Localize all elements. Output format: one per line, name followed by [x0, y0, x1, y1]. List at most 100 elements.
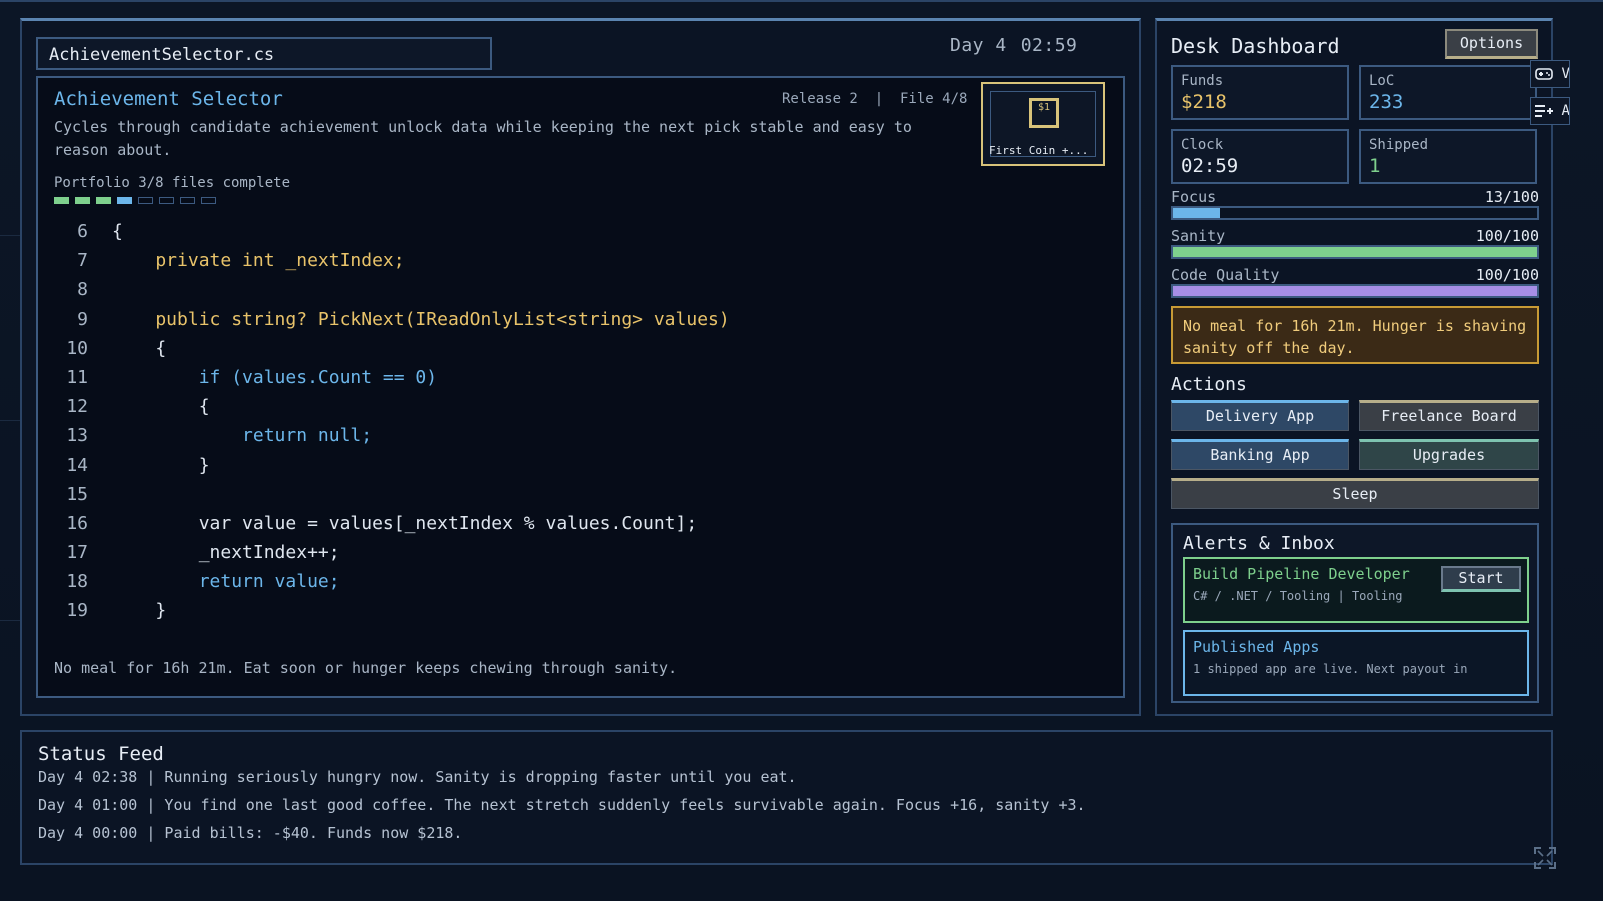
focus-value: 13/100: [1484, 188, 1539, 206]
loc-value: 233: [1369, 91, 1404, 113]
code-text: private int _nextIndex;: [112, 250, 405, 272]
code-quality-label: Code Quality: [1171, 266, 1280, 284]
coin-icon: $1: [1029, 98, 1059, 128]
freelance-board-button[interactable]: Freelance Board: [1359, 400, 1539, 431]
sanity-label: Sanity: [1171, 227, 1226, 245]
code-text: _nextIndex++;: [112, 542, 340, 564]
controller-icon[interactable]: V: [1530, 60, 1570, 88]
code-text: return value;: [112, 571, 340, 593]
published-title: Published Apps: [1193, 638, 1320, 656]
options-button[interactable]: Options: [1445, 29, 1538, 59]
top-border: [0, 0, 1603, 2]
focus-fill: [1173, 208, 1221, 218]
focus-label: Focus: [1171, 188, 1217, 206]
dashboard-title: Desk Dashboard: [1171, 34, 1340, 58]
status-feed: Status Feed Day 4 02:38 | Running seriou…: [20, 730, 1553, 865]
sanity-fill: [1173, 247, 1537, 257]
desk-dashboard: Desk Dashboard Options Funds $218 LoC 23…: [1155, 18, 1553, 716]
loc-stat: LoC 233: [1359, 65, 1537, 120]
fullscreen-icon[interactable]: [1533, 846, 1557, 870]
shipped-value: 1: [1369, 155, 1381, 177]
portfolio-segment: [201, 197, 216, 204]
funds-label: Funds: [1181, 73, 1224, 89]
portfolio-segment: [54, 197, 69, 204]
portfolio-segment: [96, 197, 111, 204]
sleep-button[interactable]: Sleep: [1171, 478, 1539, 509]
code-text: if (values.Count == 0): [112, 366, 438, 388]
code-line: 11 if (values.Count == 0): [54, 363, 730, 392]
feed-entry: Day 4 02:38 | Running seriously hungry n…: [38, 768, 797, 786]
clock-stat: Clock 02:59: [1171, 129, 1349, 184]
file-description: Cycles through candidate achievement unl…: [54, 118, 912, 159]
line-number: 8: [77, 279, 88, 301]
shipped-stat: Shipped 1: [1359, 129, 1537, 184]
code-text: {: [112, 396, 210, 418]
start-job-button[interactable]: Start: [1441, 566, 1521, 592]
line-number: 15: [66, 483, 88, 505]
status-feed-title: Status Feed: [38, 743, 164, 765]
bg-line: [0, 420, 20, 421]
code-line: 7 private int _nextIndex;: [54, 246, 730, 275]
code-line: 13 return null;: [54, 421, 730, 450]
line-number: 6: [77, 221, 88, 242]
code-line: 16 var value = values[_nextIndex % value…: [54, 509, 730, 538]
job-card[interactable]: Build Pipeline Developer C# / .NET / Too…: [1183, 557, 1529, 623]
shipped-label: Shipped: [1369, 137, 1429, 153]
bg-line: [0, 620, 20, 621]
code-line: 12 {: [54, 392, 730, 421]
sanity-meter: Sanity 100/100: [1171, 227, 1539, 259]
published-sub: 1 shipped app are live. Next payout in: [1193, 662, 1468, 676]
alerts-inbox: Alerts & Inbox Build Pipeline Developer …: [1171, 523, 1539, 703]
code-line: 6{: [54, 217, 730, 246]
portfolio-progress-label: Portfolio 3/8 files complete: [54, 175, 291, 191]
portfolio-segment: [75, 197, 90, 204]
code-quality-meter: Code Quality 100/100: [1171, 266, 1539, 298]
line-number: 14: [66, 454, 88, 476]
day-label: Day 4: [950, 35, 1007, 56]
day-time-readout: Day 4 02:59: [950, 35, 1091, 56]
line-number: 9: [77, 308, 88, 330]
feed-entry: Day 4 00:00 | Paid bills: -$40. Funds no…: [38, 824, 463, 842]
funds-value: $218: [1181, 91, 1227, 113]
sanity-track: [1171, 245, 1539, 259]
delivery-app-button[interactable]: Delivery App: [1171, 400, 1349, 431]
achievement-badge[interactable]: $1 First Coin +...: [981, 82, 1105, 166]
portfolio-segment: [138, 197, 153, 204]
file-tab[interactable]: AchievementSelector.cs: [36, 37, 492, 70]
upgrades-button[interactable]: Upgrades: [1359, 439, 1539, 470]
code-line: 17 _nextIndex++;: [54, 538, 730, 567]
line-number: 19: [66, 600, 88, 622]
code-line: 14 }: [54, 451, 730, 480]
portfolio-segment: [117, 197, 132, 204]
line-number: 13: [66, 425, 88, 447]
line-number: 12: [66, 396, 88, 418]
edge-label-a: A: [1561, 103, 1570, 119]
actions-title: Actions: [1171, 374, 1247, 395]
published-apps-card[interactable]: Published Apps 1 shipped app are live. N…: [1183, 630, 1529, 696]
line-number: 10: [66, 337, 88, 359]
portfolio-segment: [180, 197, 195, 204]
code-body[interactable]: 6{7 private int _nextIndex; 8 9 public str…: [54, 217, 730, 626]
time-label: 02:59: [1020, 35, 1078, 56]
add-list-icon[interactable]: A: [1530, 97, 1570, 125]
bg-line: [0, 235, 20, 236]
code-line: 19 }: [54, 596, 730, 625]
code-line: 9 public string? PickNext(IReadOnlyList<…: [54, 305, 730, 334]
sanity-value: 100/100: [1475, 227, 1539, 245]
banking-app-button[interactable]: Banking App: [1171, 439, 1349, 470]
playlist-add-icon: [1535, 105, 1553, 117]
line-number: 17: [66, 542, 88, 564]
edge-label-v: V: [1561, 66, 1570, 82]
code-text: var value = values[_nextIndex % values.C…: [112, 512, 698, 534]
line-number: 16: [66, 512, 88, 534]
funds-stat: Funds $218: [1171, 65, 1349, 120]
clock-label: Clock: [1181, 137, 1224, 153]
line-number: 18: [66, 571, 88, 593]
code-editor[interactable]: Achievement Selector Release 2 | File 4/…: [36, 76, 1125, 698]
gamepad-icon: [1535, 68, 1553, 80]
code-text: }: [112, 454, 210, 476]
code-line: 8: [54, 275, 730, 304]
inbox-title: Alerts & Inbox: [1183, 533, 1335, 554]
code-quality-value: 100/100: [1475, 266, 1539, 284]
game-screen: AchievementSelector.cs Day 4 02:59 Achiev…: [0, 0, 1603, 901]
